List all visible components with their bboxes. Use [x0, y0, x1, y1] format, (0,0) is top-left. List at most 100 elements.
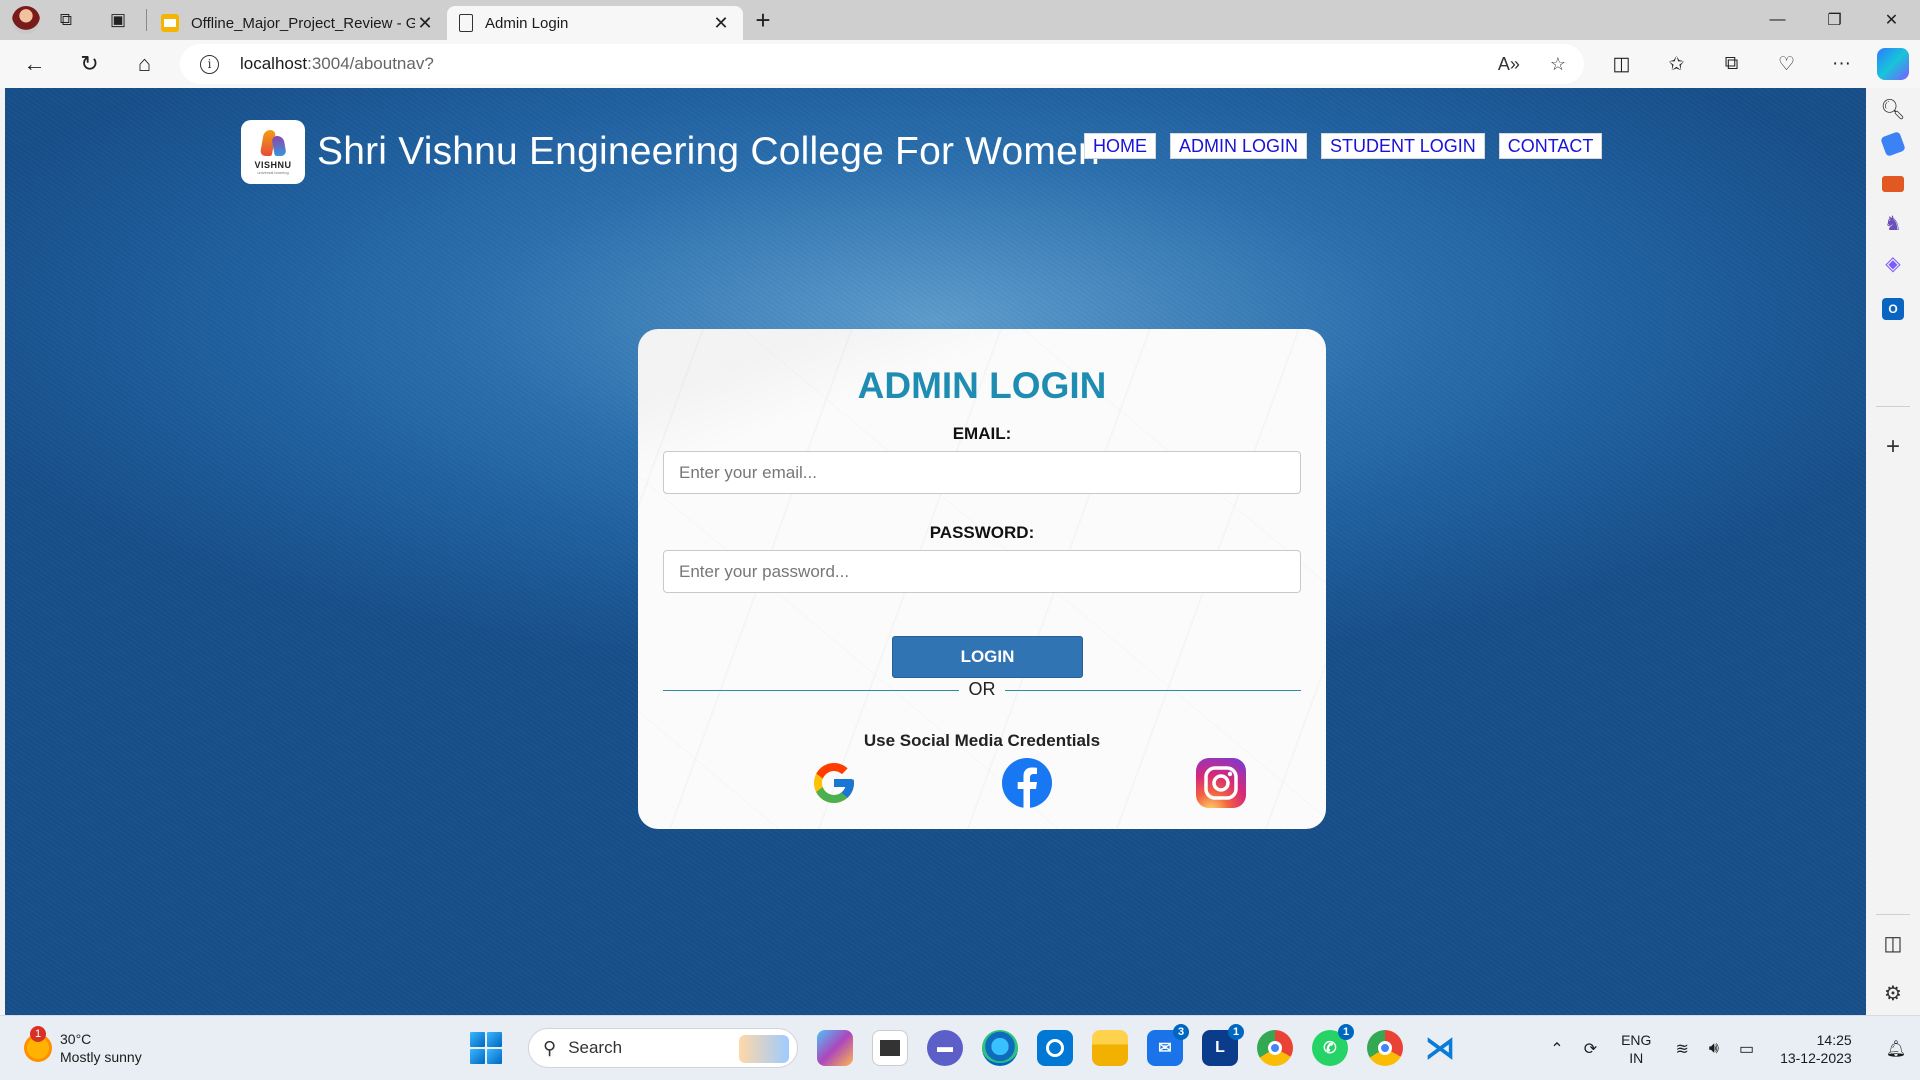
- password-label: PASSWORD:: [929, 523, 1035, 542]
- chrome-profile-icon[interactable]: [1367, 1030, 1403, 1066]
- url-path: :3004/aboutnav?: [307, 54, 434, 73]
- browser-tools: ◫ ✩ ⧉ ♡ ···: [1594, 40, 1869, 88]
- favorite-star-icon[interactable]: ☆: [1550, 54, 1566, 75]
- browser-tab-strip: ⧉ ▣ Offline_Major_Project_Review - G ✕ A…: [0, 0, 1920, 40]
- notifications-icon[interactable]: 🔔︎: [1886, 1039, 1906, 1059]
- site-header: VISHNU universal learning Shri Vishnu En…: [241, 120, 1100, 184]
- workspaces-icon[interactable]: ⧉: [40, 0, 92, 40]
- whatsapp-icon[interactable]: ✆ 1: [1312, 1024, 1354, 1066]
- games-icon[interactable]: ♞: [1878, 208, 1908, 238]
- copilot-icon[interactable]: [1877, 48, 1909, 80]
- nav-contact[interactable]: CONTACT: [1498, 133, 1603, 159]
- social-title: Use Social Media Credentials: [863, 731, 1101, 750]
- address-toolbar: ← ↻ ⌂ i localhost:3004/aboutnav? A» ☆ ◫ …: [0, 40, 1920, 88]
- page-viewport: VISHNU universal learning Shri Vishnu En…: [5, 88, 1866, 1015]
- copilot-preview-icon[interactable]: [817, 1030, 853, 1066]
- l-app-icon[interactable]: L1: [1202, 1024, 1244, 1066]
- taskbar: 1 30°C Mostly sunny ⚲ Search ▬ ✉ 3 L1 ✆ 1 …: [0, 1015, 1920, 1080]
- split-screen-icon[interactable]: ◫: [1594, 53, 1649, 76]
- shopping-tag-icon[interactable]: [1880, 131, 1906, 157]
- divider-or: OR: [968, 679, 996, 699]
- nav-student-login[interactable]: STUDENT LOGIN: [1321, 133, 1485, 159]
- site-nav: HOME ADMIN LOGIN STUDENT LOGIN CONTACT: [1084, 133, 1603, 159]
- close-tab-icon[interactable]: ✕: [415, 13, 435, 34]
- more-options-icon[interactable]: ···: [1814, 53, 1869, 75]
- windows-start-icon[interactable]: [470, 1032, 502, 1064]
- battery-icon[interactable]: ▭: [1739, 1039, 1754, 1059]
- edge-browser-icon[interactable]: [982, 1030, 1018, 1066]
- new-tab-button[interactable]: +: [743, 0, 783, 40]
- search-icon[interactable]: 🔍︎: [1878, 94, 1908, 124]
- add-sidebar-app-icon[interactable]: +: [1878, 432, 1908, 462]
- login-heading: ADMIN LOGIN: [857, 365, 1107, 406]
- google-icon[interactable]: [808, 757, 860, 809]
- window-controls: — ❐ ✕: [1749, 0, 1920, 40]
- instagram-icon[interactable]: [1195, 757, 1247, 809]
- store-app-icon[interactable]: [1037, 1030, 1073, 1066]
- wifi-icon[interactable]: ≋: [1675, 1039, 1688, 1059]
- tab-title: Admin Login: [485, 14, 569, 32]
- settings-gear-icon[interactable]: ⚙: [1878, 978, 1908, 1008]
- clock[interactable]: 14:25 13-12-2023: [1780, 1031, 1852, 1067]
- site-info-icon[interactable]: i: [200, 54, 219, 74]
- tab-separator: [146, 9, 147, 31]
- taskbar-apps: ⚲ Search ▬ ✉ 3 L1 ✆ 1 ⋊: [470, 1024, 1458, 1070]
- sidebar-divider: [1876, 406, 1910, 407]
- refresh-icon[interactable]: ↻: [62, 44, 117, 84]
- tab-title: Offline_Major_Project_Review - G: [191, 14, 415, 32]
- task-view-icon[interactable]: [872, 1030, 908, 1066]
- collections-icon[interactable]: ⧉: [1704, 53, 1759, 75]
- email-label: EMAIL:: [952, 424, 1012, 443]
- language-indicator[interactable]: ENG IN: [1621, 1031, 1651, 1067]
- microsoft-365-icon[interactable]: ◈: [1878, 248, 1908, 278]
- site-title: Shri Vishnu Engineering College For Wome…: [317, 130, 1100, 173]
- minimize-icon[interactable]: —: [1749, 0, 1806, 40]
- weather-widget[interactable]: 1 30°C Mostly sunny: [24, 1026, 142, 1066]
- facebook-icon[interactable]: [1001, 757, 1053, 809]
- whatsapp-badge: 1: [1338, 1024, 1354, 1040]
- home-icon[interactable]: ⌂: [117, 44, 172, 84]
- password-field[interactable]: [663, 550, 1301, 593]
- logo-text: VISHNU: [254, 159, 292, 170]
- tab-admin-login[interactable]: Admin Login ✕: [447, 6, 743, 40]
- taskbar-search[interactable]: ⚲ Search: [528, 1028, 798, 1068]
- read-aloud-icon[interactable]: A»: [1498, 54, 1520, 75]
- login-button[interactable]: LOGIN: [892, 636, 1083, 678]
- close-tab-icon[interactable]: ✕: [711, 13, 731, 34]
- volume-icon[interactable]: 🔊︎: [1709, 1040, 1719, 1058]
- outlook-icon[interactable]: O: [1882, 298, 1904, 320]
- url-host: localhost: [240, 54, 308, 73]
- sync-icon[interactable]: ⟳: [1584, 1039, 1597, 1059]
- show-hidden-icons-icon[interactable]: ⌃: [1550, 1039, 1563, 1059]
- search-highlight-icon: [739, 1035, 789, 1063]
- restore-icon[interactable]: ❐: [1806, 0, 1863, 40]
- email-field[interactable]: [663, 451, 1301, 494]
- sidebar-divider: [1876, 914, 1910, 915]
- language-code: ENG: [1621, 1031, 1652, 1048]
- browser-essentials-icon[interactable]: ♡: [1759, 53, 1814, 76]
- edge-sidebar: 🔍︎ ♞ ◈ O + ◫ ⚙: [1866, 88, 1920, 1015]
- weather-badge: 1: [30, 1026, 46, 1042]
- hide-sidebar-icon[interactable]: ◫: [1878, 928, 1908, 958]
- vscode-icon[interactable]: ⋊: [1422, 1030, 1458, 1066]
- mail-icon[interactable]: ✉ 3: [1147, 1024, 1189, 1066]
- region-code: IN: [1629, 1049, 1644, 1066]
- slides-icon: [161, 14, 179, 32]
- tab-actions-icon[interactable]: ▣: [92, 0, 144, 40]
- nav-admin-login[interactable]: ADMIN LOGIN: [1170, 133, 1308, 159]
- favorites-icon[interactable]: ✩: [1649, 53, 1704, 76]
- tools-briefcase-icon[interactable]: [1882, 176, 1904, 192]
- address-bar[interactable]: i localhost:3004/aboutnav? A» ☆: [180, 44, 1584, 84]
- search-icon: ⚲: [543, 1037, 557, 1058]
- weather-temperature: 30°C: [60, 1031, 92, 1047]
- close-window-icon[interactable]: ✕: [1863, 0, 1920, 40]
- nav-home[interactable]: HOME: [1084, 133, 1156, 159]
- teams-chat-icon[interactable]: ▬: [927, 1030, 963, 1066]
- search-label: Search: [568, 1038, 623, 1057]
- tab-project-review[interactable]: Offline_Major_Project_Review - G ✕: [149, 6, 447, 40]
- back-icon[interactable]: ←: [7, 44, 62, 84]
- chrome-icon[interactable]: [1257, 1030, 1293, 1066]
- profile-avatar[interactable]: [12, 6, 40, 34]
- file-explorer-icon[interactable]: [1092, 1030, 1128, 1066]
- logo-subtext: universal learning: [257, 169, 289, 175]
